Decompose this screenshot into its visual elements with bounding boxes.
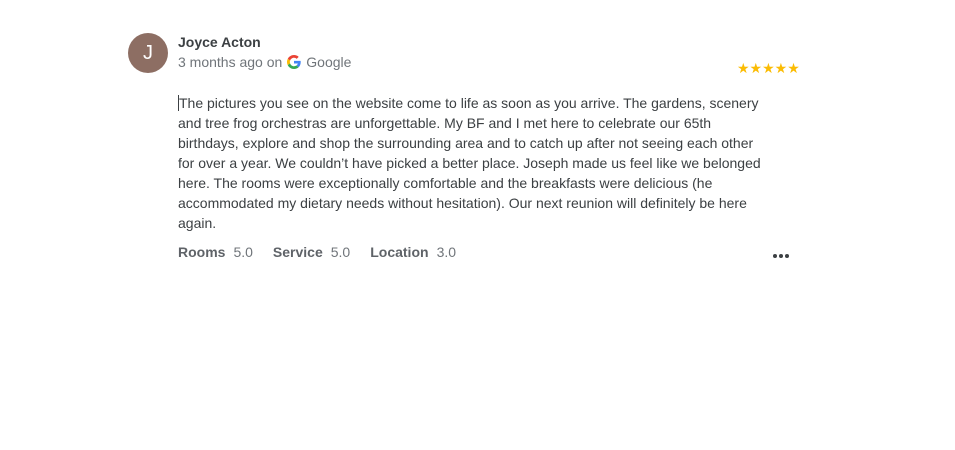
rating-label: Location	[370, 244, 429, 260]
review-source: Google	[306, 54, 352, 70]
more-options-button[interactable]	[766, 244, 796, 268]
avatar-letter: J	[143, 42, 153, 64]
avatar[interactable]: J	[128, 33, 168, 73]
review-body: The pictures you see on the website come…	[178, 95, 761, 231]
star-rating: ★★★★★	[737, 60, 800, 76]
star-icons: ★★★★★	[737, 60, 800, 76]
more-horiz-icon	[772, 254, 790, 258]
review-time: 3 months ago on	[178, 54, 283, 70]
sub-ratings: Rooms 5.0 Service 5.0 Location 3.0	[178, 244, 476, 260]
review-card: J Joyce Acton 3 months ago on Google ★★★…	[0, 0, 955, 450]
rating-label: Service	[272, 244, 323, 260]
review-meta: 3 months ago on Google	[178, 54, 351, 70]
rating-value: 5.0	[330, 244, 351, 260]
author-name[interactable]: Joyce Acton	[178, 34, 261, 50]
rating-location: Location 3.0	[370, 244, 456, 260]
rating-rooms: Rooms 5.0	[178, 244, 253, 260]
rating-label: Rooms	[178, 244, 226, 260]
review-text: The pictures you see on the website come…	[178, 93, 768, 233]
google-g-icon	[287, 55, 301, 69]
rating-service: Service 5.0	[273, 244, 350, 260]
rating-value: 5.0	[233, 244, 253, 260]
rating-value: 3.0	[436, 244, 457, 260]
